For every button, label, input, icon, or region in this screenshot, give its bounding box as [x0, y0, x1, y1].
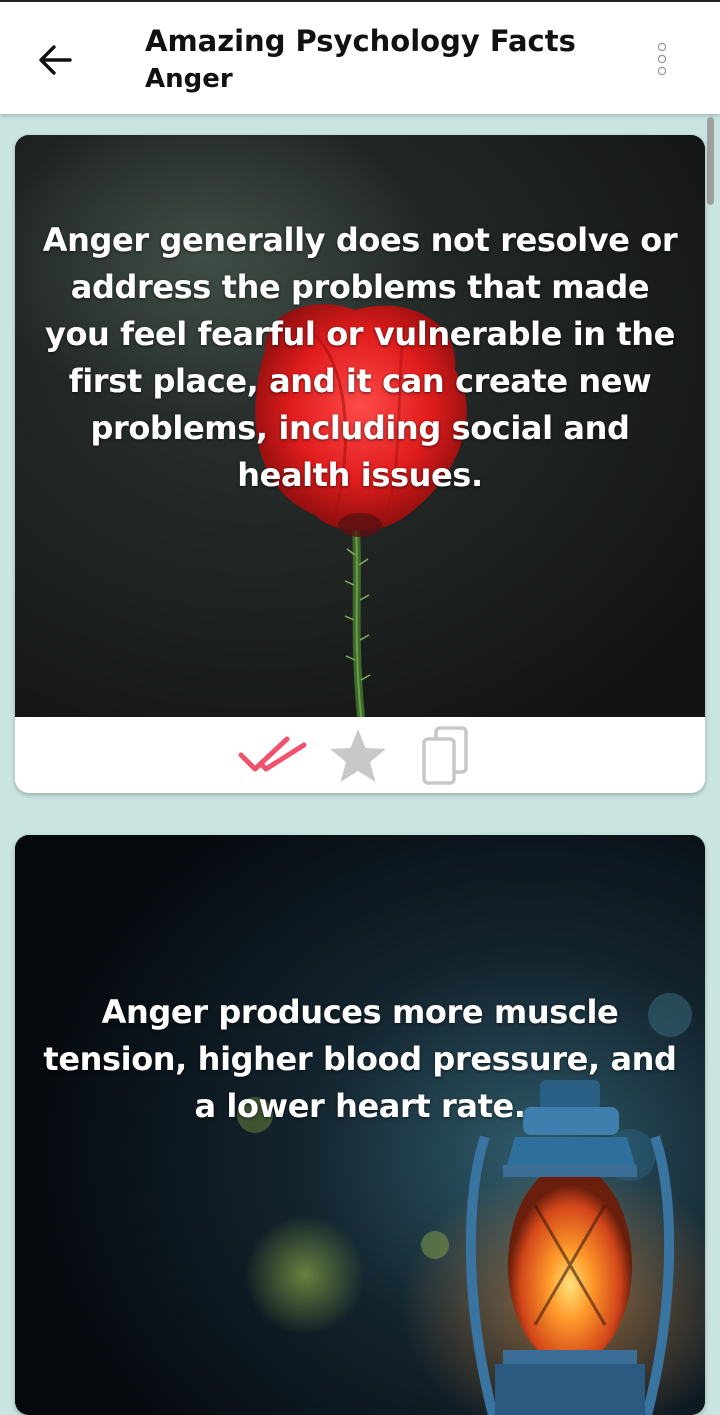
fact-background-image: Anger generally does not resolve or addr…	[15, 135, 705, 717]
fact-text: Anger generally does not resolve or addr…	[42, 221, 678, 494]
fact-card: Anger generally does not resolve or addr…	[15, 135, 705, 793]
app-title: Amazing Psychology Facts	[145, 24, 576, 58]
scrollbar-thumb[interactable]	[707, 117, 714, 205]
app-bar: Amazing Psychology Facts Anger	[0, 2, 720, 114]
favorite-button[interactable]	[328, 727, 388, 785]
fact-text: Anger produces more muscle tension, high…	[43, 993, 677, 1125]
app-bar-titles: Amazing Psychology Facts Anger	[145, 22, 576, 98]
fact-card: Anger produces more muscle tension, high…	[15, 835, 705, 1415]
overflow-menu-icon	[657, 42, 667, 76]
mark-read-button[interactable]	[238, 733, 308, 779]
category-subtitle: Anger	[145, 64, 233, 94]
double-check-icon	[238, 736, 307, 772]
star-icon	[330, 729, 386, 782]
fact-background-image: Anger produces more muscle tension, high…	[15, 835, 705, 1415]
copy-icon	[422, 726, 468, 785]
arrow-left-icon	[39, 45, 72, 75]
copy-button[interactable]	[420, 725, 470, 787]
back-button[interactable]	[30, 38, 82, 82]
fact-actions-bar	[15, 717, 705, 793]
overflow-menu-button[interactable]	[648, 38, 676, 82]
